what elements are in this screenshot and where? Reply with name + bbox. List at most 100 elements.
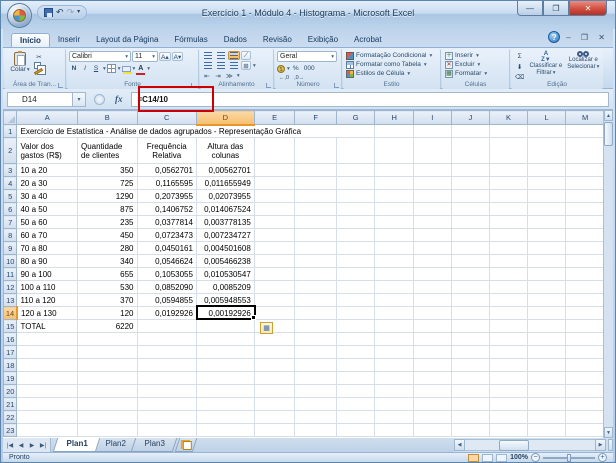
cell-G4[interactable] xyxy=(336,177,375,190)
cell-E5[interactable] xyxy=(254,190,295,203)
row-header-23[interactable]: 23 xyxy=(4,424,17,437)
cell-M23[interactable] xyxy=(566,424,605,437)
tab-split-handle[interactable] xyxy=(608,439,613,451)
cell-A7[interactable]: 50 a 60 xyxy=(17,216,77,229)
cell-H18[interactable] xyxy=(375,359,414,372)
cell-F15[interactable] xyxy=(295,320,337,333)
cell-K22[interactable] xyxy=(490,411,528,424)
find-select-button[interactable]: Localizar e Selecionar▾ xyxy=(566,51,601,78)
cell-G8[interactable] xyxy=(336,229,375,242)
cell-F21[interactable] xyxy=(295,398,337,411)
cell-J6[interactable] xyxy=(451,203,490,216)
cell-K7[interactable] xyxy=(490,216,528,229)
cell-D22[interactable] xyxy=(196,411,254,424)
cell-F22[interactable] xyxy=(295,411,337,424)
cell-G5[interactable] xyxy=(336,190,375,203)
cell-J8[interactable] xyxy=(451,229,490,242)
cell-K12[interactable] xyxy=(490,281,528,294)
cell-C3[interactable]: 0,0562701 xyxy=(137,164,196,177)
cell-J3[interactable] xyxy=(451,164,490,177)
cell-A16[interactable] xyxy=(17,333,77,346)
cell-G16[interactable] xyxy=(336,333,375,346)
cell-A23[interactable] xyxy=(17,424,77,437)
conditional-formatting-button[interactable]: Formatação Condicional▾ xyxy=(345,51,438,60)
cell-E4[interactable] xyxy=(254,177,295,190)
cell-I4[interactable] xyxy=(413,177,451,190)
cell-E10[interactable] xyxy=(254,255,295,268)
cell-C2[interactable]: FrequênciaRelativa xyxy=(137,138,196,164)
cell-M11[interactable] xyxy=(566,268,605,281)
cell-I7[interactable] xyxy=(413,216,451,229)
cell-M1[interactable] xyxy=(566,125,605,138)
cell-H20[interactable] xyxy=(375,385,414,398)
cell-E19[interactable] xyxy=(254,372,295,385)
cell-G15[interactable] xyxy=(336,320,375,333)
cell-L19[interactable] xyxy=(527,372,566,385)
format-as-table-button[interactable]: Formatar como Tabela▾ xyxy=(345,60,438,69)
cell-G19[interactable] xyxy=(336,372,375,385)
cell-F12[interactable] xyxy=(295,281,337,294)
cell-B18[interactable] xyxy=(77,359,137,372)
scroll-up-icon[interactable]: ▲ xyxy=(604,110,613,121)
cell-D5[interactable]: 0,02073955 xyxy=(196,190,254,203)
tab-inicio[interactable]: Início xyxy=(11,33,50,47)
paste-button[interactable]: Colar▾ xyxy=(7,51,33,79)
cell-H6[interactable] xyxy=(375,203,414,216)
cell-C9[interactable]: 0,0450161 xyxy=(137,242,196,255)
cell-F13[interactable] xyxy=(295,294,337,307)
cell-A8[interactable]: 60 a 70 xyxy=(17,229,77,242)
cell-M14[interactable] xyxy=(566,307,605,320)
cell-G23[interactable] xyxy=(336,424,375,437)
cell-M16[interactable] xyxy=(566,333,605,346)
number-dialog-launcher-icon[interactable] xyxy=(334,83,339,88)
cell-F4[interactable] xyxy=(295,177,337,190)
cell-I8[interactable] xyxy=(413,229,451,242)
zoom-slider[interactable] xyxy=(567,454,571,462)
cell-I19[interactable] xyxy=(413,372,451,385)
cell-E8[interactable] xyxy=(254,229,295,242)
cell-M4[interactable] xyxy=(566,177,605,190)
cell-K3[interactable] xyxy=(490,164,528,177)
cell-A6[interactable]: 40 a 50 xyxy=(17,203,77,216)
cell-C10[interactable]: 0,0546624 xyxy=(137,255,196,268)
cell-F9[interactable] xyxy=(295,242,337,255)
cell-styles-button[interactable]: Estilos de Célula▾ xyxy=(345,69,438,78)
cell-D10[interactable]: 0,005466238 xyxy=(196,255,254,268)
cell-A18[interactable] xyxy=(17,359,77,372)
align-right-icon[interactable] xyxy=(230,62,238,69)
page-break-view-icon[interactable] xyxy=(496,454,507,462)
cell-A17[interactable] xyxy=(17,346,77,359)
cell-D12[interactable]: 0,0085209 xyxy=(196,281,254,294)
cell-J20[interactable] xyxy=(451,385,490,398)
cell-D15[interactable] xyxy=(196,320,254,333)
cell-L11[interactable] xyxy=(527,268,566,281)
cell-E2[interactable] xyxy=(254,138,295,164)
next-sheet-icon[interactable]: ▶ xyxy=(27,442,37,449)
insert-function-icon[interactable]: fx xyxy=(115,94,123,104)
restore-button[interactable]: ❐ xyxy=(543,1,569,16)
row-header-16[interactable]: 16 xyxy=(4,333,17,346)
scroll-right-icon[interactable]: ▶ xyxy=(595,439,606,451)
cell-J13[interactable] xyxy=(451,294,490,307)
cell-M7[interactable] xyxy=(566,216,605,229)
wrap-text-icon[interactable]: ≫ xyxy=(224,71,235,80)
cell-B2[interactable]: Quantidadede clientes xyxy=(77,138,137,164)
cell-D19[interactable] xyxy=(196,372,254,385)
vertical-scroll-thumb[interactable] xyxy=(604,122,613,146)
accounting-format-icon[interactable]: $ xyxy=(277,65,285,73)
cell-F2[interactable] xyxy=(295,138,337,164)
prev-sheet-icon[interactable]: ◀ xyxy=(16,442,26,449)
cell-L15[interactable] xyxy=(527,320,566,333)
row-header-17[interactable]: 17 xyxy=(4,346,17,359)
cell-H16[interactable] xyxy=(375,333,414,346)
cell-B5[interactable]: 1290 xyxy=(77,190,137,203)
row-header-20[interactable]: 20 xyxy=(4,385,17,398)
column-header-C[interactable]: C xyxy=(137,111,196,125)
zoom-out-icon[interactable]: − xyxy=(531,453,540,462)
column-header-G[interactable]: G xyxy=(336,111,375,125)
first-sheet-icon[interactable]: |◀ xyxy=(5,442,15,449)
formula-options-icon[interactable] xyxy=(94,94,105,105)
cell-A11[interactable]: 90 a 100 xyxy=(17,268,77,281)
cell-I2[interactable] xyxy=(413,138,451,164)
cell-H12[interactable] xyxy=(375,281,414,294)
